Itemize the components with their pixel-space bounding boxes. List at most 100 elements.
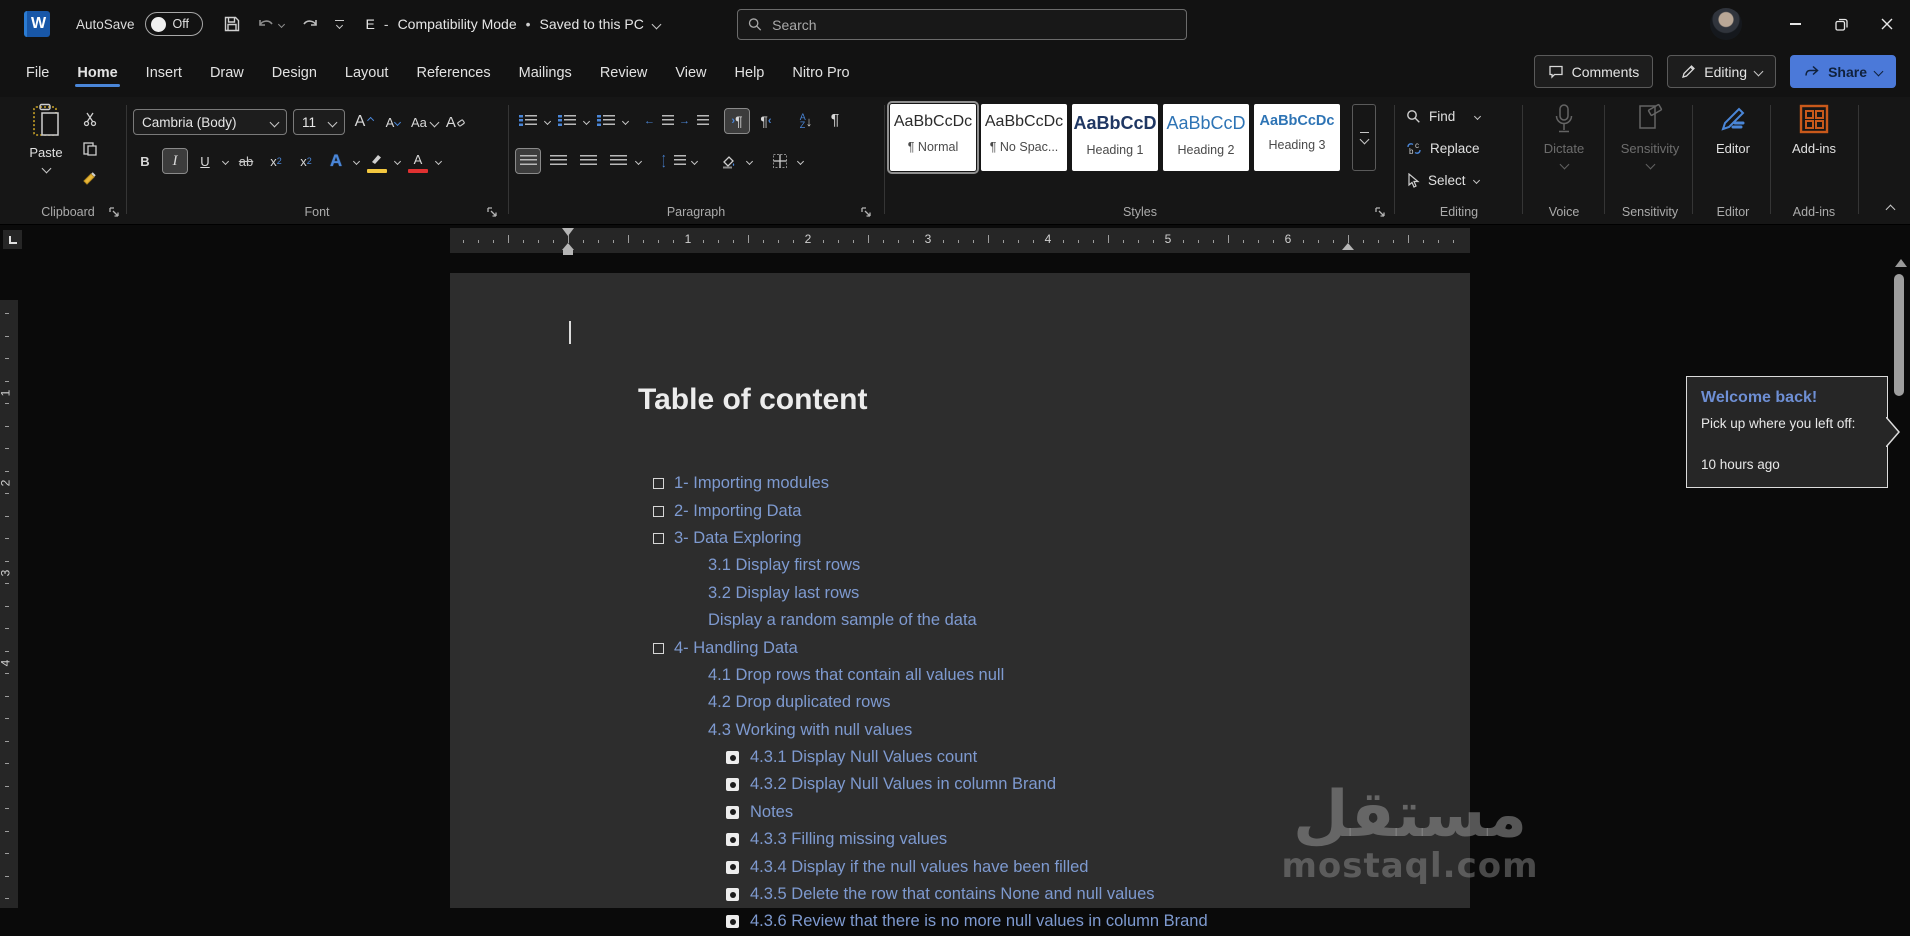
font-size-combo[interactable]: 11	[293, 109, 345, 135]
undo-dropdown-icon[interactable]	[277, 20, 285, 28]
title-dropdown-icon[interactable]	[651, 19, 662, 29]
tab-layout[interactable]: Layout	[331, 56, 403, 90]
document-heading[interactable]: Table of content	[638, 383, 867, 417]
toc-link[interactable]: 4.3.5 Delete the row that contains None …	[750, 885, 1155, 904]
line-spacing-button[interactable]: ↑ ↓	[661, 149, 686, 173]
redo-button[interactable]	[300, 16, 319, 32]
text-effects-dropdown-icon[interactable]	[352, 157, 361, 165]
search-box[interactable]	[737, 9, 1187, 40]
paste-button[interactable]: Paste	[20, 103, 72, 174]
collapse-square-icon[interactable]	[653, 505, 664, 517]
decrease-indent-button[interactable]: ←	[644, 109, 674, 133]
customize-quick-access-button[interactable]	[334, 19, 344, 30]
hanging-indent-marker[interactable]	[562, 243, 574, 250]
text-effects-button[interactable]: A	[324, 149, 348, 173]
welcome-back-panel[interactable]: Welcome back! Pick up where you left off…	[1686, 376, 1900, 488]
format-painter-button[interactable]	[78, 167, 102, 191]
style-card-heading-1[interactable]: AaBbCcD Heading 1	[1072, 104, 1158, 171]
toc-link[interactable]: 4.3.1 Display Null Values count	[750, 748, 977, 767]
grow-font-button[interactable]: A	[351, 110, 375, 134]
tab-file[interactable]: File	[12, 56, 63, 90]
toc-link[interactable]: 4.1 Drop rows that contain all values nu…	[708, 666, 1004, 685]
styles-more-button[interactable]	[1352, 104, 1376, 171]
sensitivity-button[interactable]: Sensitivity	[1618, 103, 1682, 170]
sort-button[interactable]: A Z ↓	[794, 109, 818, 133]
toc-link[interactable]: 4.3.4 Display if the null values have be…	[750, 858, 1088, 877]
italic-button[interactable]: I	[162, 148, 188, 174]
paragraph-dialog-launcher[interactable]	[861, 207, 872, 218]
align-center-button[interactable]	[546, 149, 570, 173]
bold-button[interactable]: B	[133, 149, 157, 173]
bullets-dropdown-icon[interactable]	[543, 117, 552, 125]
justify-dropdown-icon[interactable]	[634, 157, 643, 165]
numbering-button[interactable]	[555, 109, 579, 133]
clipboard-dialog-launcher[interactable]	[109, 207, 120, 218]
comments-button[interactable]: Comments	[1533, 55, 1654, 88]
style-card-heading-3[interactable]: AaBbCcDc Heading 3	[1254, 104, 1340, 171]
tab-help[interactable]: Help	[721, 56, 779, 90]
scrollbar-up-arrow[interactable]	[1895, 259, 1907, 267]
tab-insert[interactable]: Insert	[132, 56, 196, 90]
close-button[interactable]	[1864, 0, 1910, 48]
toc-link[interactable]: 4.3.6 Review that there is no more null …	[750, 912, 1208, 931]
increase-indent-button[interactable]: →	[679, 109, 709, 133]
ltr-direction-button[interactable]: › ¶	[724, 108, 750, 134]
font-color-button[interactable]: A	[406, 149, 430, 173]
collapse-square-icon[interactable]	[653, 642, 664, 654]
toc-link[interactable]: 4- Handling Data	[674, 639, 798, 658]
style-card--normal[interactable]: AaBbCcDc ¶ Normal	[887, 101, 979, 174]
tab-references[interactable]: References	[402, 56, 504, 90]
tab-view[interactable]: View	[661, 56, 720, 90]
collapse-square-icon[interactable]	[653, 532, 664, 544]
numbering-dropdown-icon[interactable]	[582, 117, 591, 125]
style-card-heading-2[interactable]: AaBbCcD Heading 2	[1163, 104, 1249, 171]
tab-design[interactable]: Design	[258, 56, 331, 90]
toc-link[interactable]: 4.2 Drop duplicated rows	[708, 693, 891, 712]
minimize-button[interactable]	[1772, 0, 1818, 48]
tab-selector[interactable]	[3, 230, 22, 249]
toc-link[interactable]: 4.3.2 Display Null Values in column Bran…	[750, 775, 1056, 794]
shading-dropdown-icon[interactable]	[745, 157, 753, 165]
multilevel-list-button[interactable]	[594, 109, 618, 133]
document-title-chip[interactable]: E - Compatibility Mode • Saved to this P…	[366, 16, 662, 32]
tab-mailings[interactable]: Mailings	[505, 56, 586, 90]
toc-link[interactable]: 4.3.3 Filling missing values	[750, 830, 947, 849]
toc-link[interactable]: Notes	[750, 803, 793, 822]
change-case-button[interactable]: Aa	[411, 110, 440, 134]
underline-button[interactable]: U	[193, 149, 217, 173]
underline-dropdown-icon[interactable]	[221, 157, 230, 165]
toc-link[interactable]: 2- Importing Data	[674, 502, 801, 521]
dictate-button[interactable]: Dictate	[1538, 103, 1590, 170]
align-right-button[interactable]	[576, 149, 600, 173]
rtl-direction-button[interactable]: ¶ ‹	[754, 109, 778, 133]
replace-button[interactable]: bc Replace	[1406, 141, 1480, 156]
search-input[interactable]	[772, 16, 1176, 33]
shading-button[interactable]	[717, 149, 741, 173]
highlight-button[interactable]	[365, 149, 389, 173]
editing-mode-button[interactable]: Editing	[1667, 55, 1777, 88]
style-card--no-spac-[interactable]: AaBbCcDc ¶ No Spac...	[981, 104, 1067, 171]
styles-dialog-launcher[interactable]	[1375, 207, 1386, 218]
toc-link[interactable]: Display a random sample of the data	[708, 611, 977, 630]
justify-button[interactable]	[606, 149, 630, 173]
toc-link[interactable]: 3- Data Exploring	[674, 529, 801, 548]
font-dialog-launcher[interactable]	[487, 207, 498, 218]
welcome-time-link[interactable]: 10 hours ago	[1701, 457, 1873, 472]
show-hide-pilcrow-button[interactable]: ¶	[823, 109, 847, 133]
user-avatar[interactable]	[1710, 8, 1742, 40]
ruler-horizontal[interactable]: 1 2 3 4 5 6	[450, 228, 1470, 253]
borders-button[interactable]	[768, 149, 792, 173]
share-button[interactable]: Share	[1790, 55, 1896, 88]
superscript-button[interactable]: x2	[294, 149, 318, 173]
align-left-button[interactable]	[515, 148, 541, 174]
multilevel-dropdown-icon[interactable]	[621, 117, 630, 125]
restore-button[interactable]	[1818, 0, 1864, 48]
highlight-dropdown-icon[interactable]	[393, 157, 402, 165]
subscript-button[interactable]: x2	[264, 149, 288, 173]
borders-dropdown-icon[interactable]	[796, 157, 804, 165]
strikethrough-button[interactable]: ab	[234, 149, 258, 173]
tab-nitro-pro[interactable]: Nitro Pro	[778, 56, 863, 90]
copy-button[interactable]	[78, 137, 102, 161]
font-name-combo[interactable]: Cambria (Body)	[133, 109, 287, 135]
first-line-indent-marker[interactable]	[562, 228, 574, 236]
